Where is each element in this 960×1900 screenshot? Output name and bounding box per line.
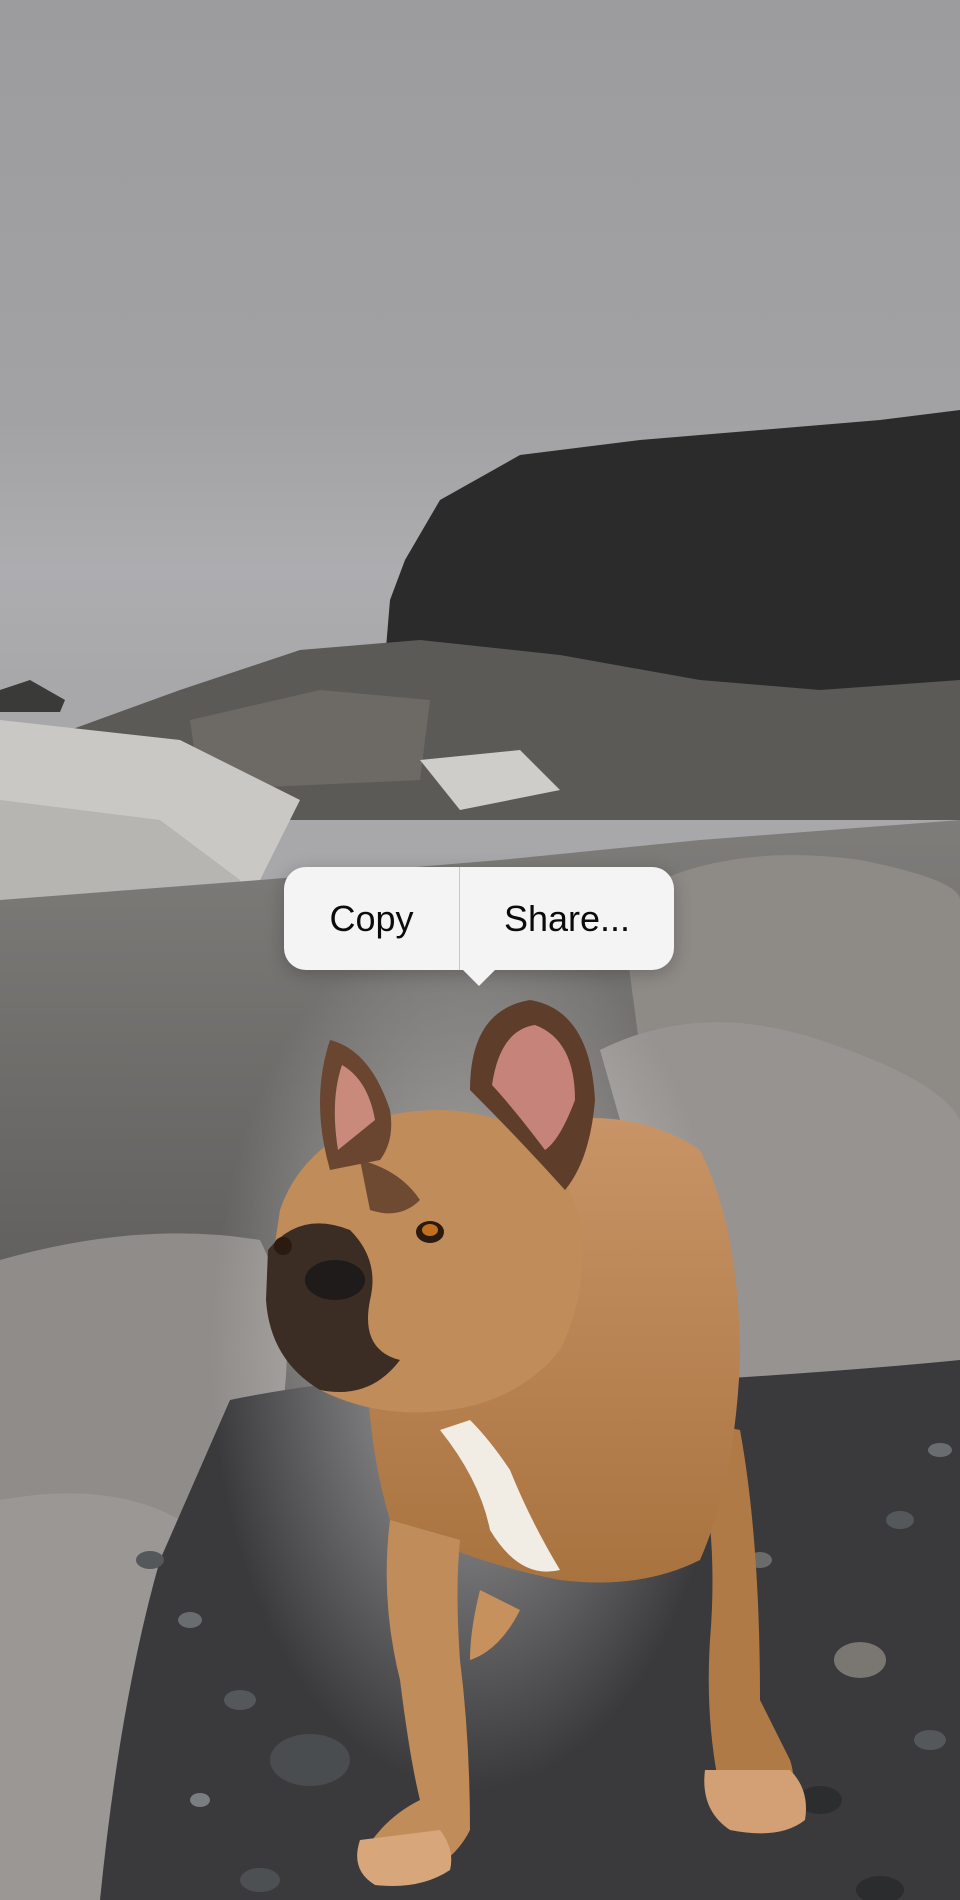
copy-button[interactable]: Copy	[284, 867, 459, 970]
share-button[interactable]: Share...	[460, 867, 674, 970]
far-rock	[0, 680, 65, 712]
context-menu-callout: Copy Share...	[284, 867, 674, 986]
